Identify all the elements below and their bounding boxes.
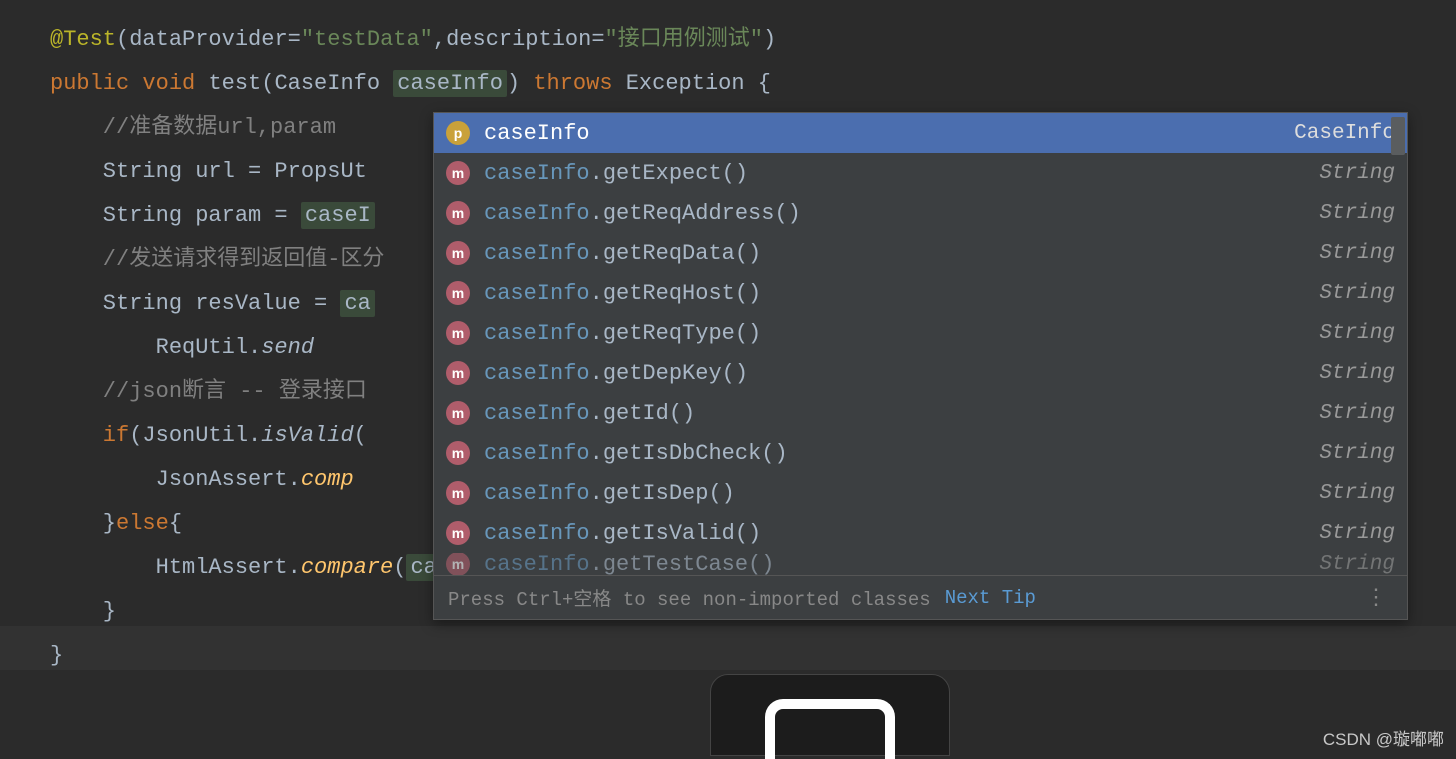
method-icon: m <box>446 201 470 225</box>
method-icon: m <box>446 441 470 465</box>
suggestion-type: String <box>1319 402 1395 425</box>
suggestion-main: caseInfo <box>484 401 590 426</box>
more-icon[interactable]: ⋮ <box>1359 585 1393 611</box>
chevron-up-icon <box>765 699 895 759</box>
suggestion-type: String <box>1319 162 1395 185</box>
autocomplete-item[interactable]: m caseInfo.getReqData() String <box>434 233 1407 273</box>
autocomplete-item[interactable]: m caseInfo.getExpect() String <box>434 153 1407 193</box>
autocomplete-item[interactable]: m caseInfo.getReqHost() String <box>434 273 1407 313</box>
suggestion-type: String <box>1319 442 1395 465</box>
method-icon: m <box>446 281 470 305</box>
method-icon: m <box>446 521 470 545</box>
autocomplete-item[interactable]: p caseInfo CaseInfo <box>434 113 1407 153</box>
autocomplete-item[interactable]: m caseInfo.getDepKey() String <box>434 353 1407 393</box>
suggestion-suffix: .getReqHost() <box>590 281 762 306</box>
method-icon: m <box>446 553 470 575</box>
suggestion-suffix: .getIsDep() <box>590 481 735 506</box>
suggestion-type: String <box>1319 242 1395 265</box>
suggestion-suffix: .getExpect() <box>590 161 748 186</box>
suggestion-main: caseInfo <box>484 161 590 186</box>
footer-hint: Press Ctrl+空格 to see non-imported classe… <box>448 584 931 611</box>
method-icon: m <box>446 481 470 505</box>
autocomplete-item[interactable]: m caseInfo.getId() String <box>434 393 1407 433</box>
autocomplete-item-partial[interactable]: m caseInfo.getTestCase() String <box>434 553 1407 575</box>
suggestion-main: caseInfo <box>484 481 590 506</box>
suggestion-type: String <box>1319 482 1395 505</box>
autocomplete-item[interactable]: m caseInfo.getIsValid() String <box>434 513 1407 553</box>
suggestion-main: caseInfo <box>484 121 590 146</box>
suggestion-type: CaseInfo <box>1294 122 1395 145</box>
method-icon: m <box>446 401 470 425</box>
autocomplete-item[interactable]: m caseInfo.getReqType() String <box>434 313 1407 353</box>
suggestion-suffix: .getReqData() <box>590 241 762 266</box>
watermark: CSDN @璇嘟嘟 <box>1323 725 1444 750</box>
suggestion-main: caseInfo <box>484 521 590 546</box>
suggestion-suffix: .getReqType() <box>590 321 762 346</box>
scrollbar-thumb[interactable] <box>1391 117 1405 155</box>
code-line: public void test(CaseInfo caseInfo) thro… <box>50 62 1456 106</box>
autocomplete-item[interactable]: m caseInfo.getIsDep() String <box>434 473 1407 513</box>
suggestion-type: String <box>1319 282 1395 305</box>
suggestion-main: caseInfo <box>484 361 590 386</box>
autocomplete-item[interactable]: m caseInfo.getIsDbCheck() String <box>434 433 1407 473</box>
suggestion-suffix: .getDepKey() <box>590 361 748 386</box>
suggestion-suffix: .getId() <box>590 401 696 426</box>
parameter-highlight: caseInfo <box>393 70 507 97</box>
bottom-popup[interactable] <box>710 674 950 756</box>
code-line: } <box>50 634 1456 678</box>
autocomplete-footer: Press Ctrl+空格 to see non-imported classe… <box>434 575 1407 619</box>
method-icon: m <box>446 361 470 385</box>
suggestion-main: caseInfo <box>484 441 590 466</box>
method-icon: m <box>446 241 470 265</box>
suggestion-suffix: .getReqAddress() <box>590 201 801 226</box>
suggestion-main: caseInfo <box>484 241 590 266</box>
next-tip-link[interactable]: Next Tip <box>945 587 1036 609</box>
suggestion-main: caseInfo <box>484 281 590 306</box>
autocomplete-popup[interactable]: pcaseInfoCaseInfomcaseInfo.getExpect()St… <box>433 112 1408 620</box>
suggestion-main: caseInfo <box>484 321 590 346</box>
suggestion-suffix: .getIsValid() <box>590 521 762 546</box>
suggestion-suffix: .getIsDbCheck() <box>590 441 788 466</box>
code-line: @Test(dataProvider="testData",descriptio… <box>50 18 1456 62</box>
method-icon: m <box>446 161 470 185</box>
suggestion-main: caseInfo <box>484 201 590 226</box>
suggestion-type: String <box>1319 522 1395 545</box>
suggestion-type: String <box>1319 322 1395 345</box>
method-icon: m <box>446 321 470 345</box>
suggestion-type: String <box>1319 362 1395 385</box>
autocomplete-item[interactable]: m caseInfo.getReqAddress() String <box>434 193 1407 233</box>
suggestion-type: String <box>1319 202 1395 225</box>
parameter-icon: p <box>446 121 470 145</box>
